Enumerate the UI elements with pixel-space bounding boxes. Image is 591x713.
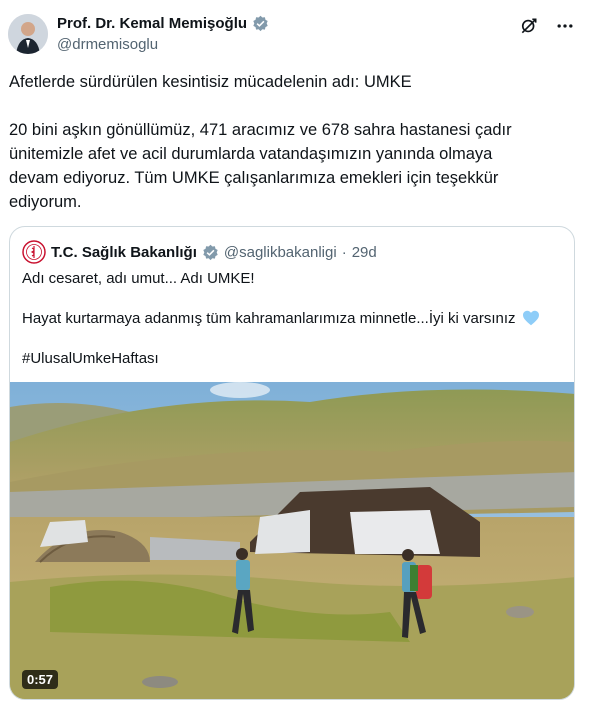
author-name[interactable]: Prof. Dr. Kemal Memişoğlu: [57, 15, 247, 32]
tweet-line: 20 bini aşkın gönüllümüz, 471 aracımız v…: [9, 121, 512, 139]
quoted-tweet-header: T.C. Sağlık Bakanlığı @saglikbakanligi ·…: [22, 240, 377, 264]
verified-badge-icon: [253, 15, 268, 32]
video-player[interactable]: 0:57: [10, 382, 574, 699]
author-name-row: Prof. Dr. Kemal Memişoğlu: [57, 15, 269, 32]
verified-badge-icon: [203, 244, 218, 260]
quoted-author-handle[interactable]: @saglikbakanligi: [224, 244, 337, 261]
quoted-author-name[interactable]: T.C. Sağlık Bakanlığı: [51, 244, 197, 261]
quoted-line: Adı cesaret, adı umut... Adı UMKE!: [22, 270, 255, 287]
tweet-line: ünitemizle afet ve acil durumlarda vatan…: [9, 145, 493, 163]
quoted-line: Hayat kurtarmaya adanmış tüm kahramanlar…: [22, 310, 516, 327]
hashtag-link[interactable]: #UlusalUmkeHaftası: [22, 349, 562, 369]
ministry-logo-icon: [22, 240, 46, 264]
quoted-tweet-text: Adı cesaret, adı umut... Adı UMKE! Hayat…: [22, 269, 562, 369]
tweet-line: devam ediyoruz. Tüm UMKE çalışanlarımıza…: [9, 169, 499, 187]
video-duration-badge: 0:57: [22, 670, 59, 689]
separator-dot: ·: [341, 243, 347, 261]
tweet-header: Prof. Dr. Kemal Memişoğlu @drmemisoglu: [8, 12, 583, 60]
quoted-tweet[interactable]: T.C. Sağlık Bakanlığı @saglikbakanligi ·…: [9, 226, 575, 700]
tweet-line: Afetlerde sürdürülen kesintisiz mücadele…: [9, 73, 412, 91]
video-thumbnail: [10, 382, 574, 699]
blue-heart-icon: [522, 310, 539, 326]
tweet-text: Afetlerde sürdürülen kesintisiz mücadele…: [9, 70, 575, 214]
author-handle[interactable]: @drmemisoglu: [57, 36, 158, 53]
tweet-line: ediyorum.: [9, 193, 82, 211]
grok-icon[interactable]: [519, 16, 539, 36]
more-icon[interactable]: [555, 16, 575, 36]
header-actions: [519, 16, 575, 36]
author-avatar[interactable]: [8, 14, 48, 54]
quoted-timestamp[interactable]: 29d: [352, 244, 377, 261]
quoted-line-with-heart: Hayat kurtarmaya adanmış tüm kahramanlar…: [22, 309, 562, 329]
